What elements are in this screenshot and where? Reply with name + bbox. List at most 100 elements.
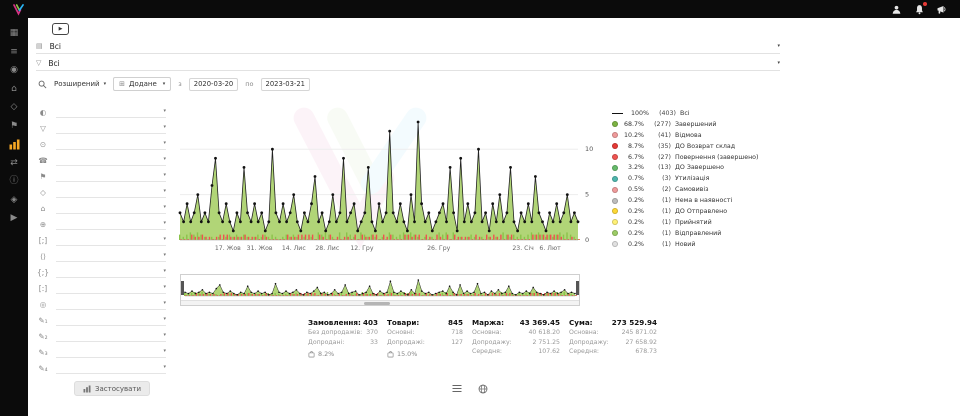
legend-item-9[interactable]: 0.2%(1)ДО Отправлено [612, 206, 802, 217]
filter-select-utm-2[interactable]: ▾ [56, 331, 166, 342]
filter-select-utm-4[interactable]: ▾ [56, 363, 166, 374]
app-logo[interactable] [12, 3, 25, 16]
filter-select-primary[interactable]: ▤ Всі ▾ [36, 39, 780, 54]
filter-select-tag[interactable]: ▾ [56, 187, 166, 198]
legend-count: (1) [648, 219, 671, 226]
stat-title: Маржа: [472, 318, 504, 329]
filter-select-secondary[interactable]: ▽ Всі ▾ [36, 56, 780, 71]
sidebar-item-integrations[interactable]: ⇄ [6, 157, 22, 170]
filter-select-field-3[interactable]: ▾ [56, 267, 166, 278]
sidebar-item-video[interactable]: ▶ [6, 212, 22, 225]
filter-select-geo[interactable]: ▾ [56, 203, 166, 214]
date-from-input[interactable]: 2020-03-20 [189, 78, 239, 91]
filter-select-flag[interactable]: ▾ [56, 171, 166, 182]
list-view-icon[interactable] [452, 384, 462, 394]
stat-sub-value: 678.73 [635, 348, 657, 358]
date-to-label: по [245, 80, 253, 88]
video-help-button[interactable]: ▶ [52, 23, 69, 35]
navigator-right-handle[interactable] [576, 281, 579, 295]
legend-item-6[interactable]: 0.7%(3)Утилізація [612, 173, 802, 184]
sidebar-item-orders[interactable]: ≡ [6, 46, 22, 59]
navigator-scroll-handle[interactable] [364, 302, 390, 305]
legend-item-8[interactable]: 0.2%(1)Нема в наявності [612, 195, 802, 206]
navigator-scrollbar[interactable] [181, 300, 579, 305]
sidebar-item-apps[interactable]: ◈ [6, 194, 22, 207]
main-chart[interactable]: 051017. Жов31. Жов14. Лис28. Лис12. Гру2… [176, 102, 612, 258]
legend-item-12[interactable]: 0.2%(1)Новий [612, 239, 802, 250]
bag-icon [308, 350, 315, 358]
legend-percent: 3.2% [622, 164, 644, 171]
upsell-percent-row: 15.0% [387, 350, 463, 358]
navigator-left-handle[interactable] [181, 281, 184, 295]
filter-select-phone[interactable]: ▾ [56, 155, 166, 166]
filter-row-target: ◎▾ [36, 296, 166, 312]
legend-swatch [612, 121, 618, 127]
stat-head: Маржа:43 369.45 [472, 318, 560, 329]
legend-count: (13) [648, 164, 671, 171]
announcements-icon[interactable] [936, 3, 948, 15]
filter-row-field-4: [:]▾ [36, 280, 166, 296]
stat-sub-row: Середня:107.62 [472, 348, 560, 358]
legend-swatch [612, 198, 618, 204]
date-field-select[interactable]: ⊞ Додане ▾ [113, 77, 171, 91]
filter-select-field-4[interactable]: ▾ [56, 283, 166, 294]
legend-percent: 0.2% [622, 208, 644, 215]
legend-item-7[interactable]: 0.5%(2)Самовивіз [612, 184, 802, 195]
sidebar-item-store[interactable]: ⌂ [6, 83, 22, 96]
apply-button[interactable]: Застосувати [74, 381, 150, 396]
mini-chart-navigator[interactable] [180, 274, 580, 306]
filter-select-status[interactable]: ▾ [56, 107, 166, 118]
legend-item-3[interactable]: 8.7%(35)ДО Возврат склад [612, 141, 802, 152]
legend-swatch [612, 219, 618, 225]
filter-select-field-2[interactable]: ▾ [56, 251, 166, 262]
sidebar-item-products[interactable]: ◇ [6, 101, 22, 114]
legend-swatch [612, 132, 618, 138]
stat-sub-value: 718 [451, 329, 463, 339]
chevron-down-icon: ▾ [163, 189, 166, 194]
upsell-percent-row: 8.2% [308, 350, 378, 358]
legend-swatch [612, 176, 618, 182]
stat-sub-value: 370 [366, 329, 378, 339]
legend-item-2[interactable]: 10.2%(41)Відмова [612, 130, 802, 141]
sidebar-item-customers[interactable]: ◉ [6, 64, 22, 77]
legend-item-11[interactable]: 0.2%(1)Відправлений [612, 228, 802, 239]
filter-select-utm-1[interactable]: ▾ [56, 315, 166, 326]
filter-select-funnel[interactable]: ▾ [56, 123, 166, 134]
filter-select-field-1[interactable]: ▾ [56, 235, 166, 246]
field-2-icon: ⟨⟩ [36, 252, 50, 261]
bars-icon [83, 385, 91, 393]
legend-item-5[interactable]: 3.2%(13)ДО Завершено [612, 162, 802, 173]
notifications-bell-icon[interactable] [913, 3, 925, 15]
filter-select-manager[interactable]: ▾ [56, 139, 166, 150]
sidebar-item-marketing[interactable]: ⚑ [6, 120, 22, 133]
search-mode-value: Розширений [54, 80, 100, 88]
date-to-input[interactable]: 2023-03-21 [261, 78, 311, 91]
sidebar-item-info[interactable]: ⓘ [6, 175, 22, 188]
filter-select-target[interactable]: ▾ [56, 299, 166, 310]
filter-select-site[interactable]: ▾ [56, 219, 166, 230]
legend-item-0[interactable]: 100%(403)Всі [612, 108, 802, 119]
legend-label: Нема в наявності [675, 197, 732, 204]
chevron-down-icon: ▾ [163, 333, 166, 338]
stat-sub-label: Допродані: [308, 339, 344, 349]
stat-group-1: Замовлення:403Без допродажів:370Допродан… [308, 318, 378, 358]
sidebar-item-dashboard[interactable]: ▦ [6, 27, 22, 40]
search-mode-select[interactable]: Розширений ▾ [54, 80, 106, 88]
account-icon[interactable] [890, 3, 902, 15]
filter-select-utm-3[interactable]: ▾ [56, 347, 166, 358]
chevron-down-icon: ▾ [163, 82, 166, 87]
footer-icons [452, 384, 488, 394]
stat-title: Замовлення: [308, 318, 361, 329]
filter-row-site: ⊕▾ [36, 216, 166, 232]
sidebar-item-analytics[interactable] [6, 138, 22, 151]
legend-item-10[interactable]: 0.2%(1)Прийнятий [612, 217, 802, 228]
globe-icon[interactable] [478, 384, 488, 394]
chevron-down-icon: ▾ [777, 61, 780, 66]
svg-text:10: 10 [585, 145, 593, 153]
sidebar-nav: ▦ ≡ ◉ ⌂ ◇ ⚑ ⇄ ⓘ ◈ ▶ [0, 18, 28, 416]
legend-label: Всі [680, 110, 690, 117]
stat-sub-value: 245 871.02 [622, 329, 657, 339]
legend-item-4[interactable]: 6.7%(27)Повернення (завершено) [612, 152, 802, 163]
stat-sub-value: 127 [451, 339, 463, 349]
legend-item-1[interactable]: 68.7%(277)Завершений [612, 119, 802, 130]
